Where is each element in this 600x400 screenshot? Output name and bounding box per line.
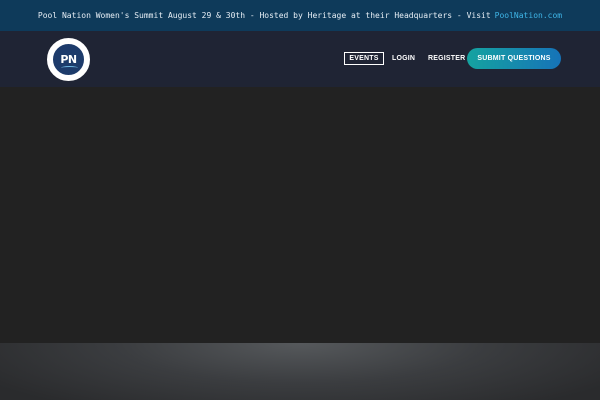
nav-register[interactable]: REGISTER: [428, 52, 465, 65]
site-header: PN EVENTS LOGIN REGISTER SUBMIT QUESTION…: [0, 31, 600, 87]
announcement-text: Pool Nation Women's Summit August 29 & 3…: [37, 11, 491, 20]
site-logo[interactable]: PN: [47, 38, 90, 81]
nav-events[interactable]: EVENTS: [344, 52, 384, 65]
hero-section: [0, 87, 600, 343]
announcement-bar: Pool Nation Women's Summit August 29 & 3…: [0, 0, 600, 31]
logo-text: PN: [60, 53, 77, 66]
logo-wave-icon: [61, 66, 78, 70]
announcement-link[interactable]: PoolNation.com: [495, 11, 562, 20]
submit-questions-button[interactable]: SUBMIT QUESTIONS: [467, 48, 561, 69]
logo-badge-icon: PN: [52, 43, 85, 76]
lower-section: [0, 343, 600, 400]
nav-login[interactable]: LOGIN: [392, 52, 415, 65]
